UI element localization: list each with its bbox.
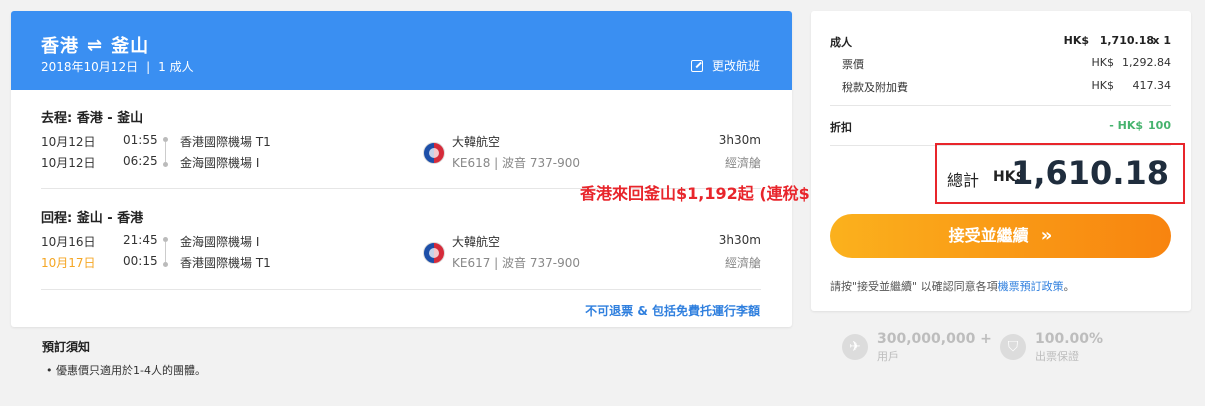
airline-name: 大韓航空 <box>452 135 501 149</box>
booking-policy-link[interactable]: 機票預訂政策 <box>998 280 1064 293</box>
shield-icon: ⛉ <box>1000 334 1026 360</box>
notice-item: • 優惠價只適用於1-4人的團體。 <box>46 364 206 377</box>
adult-label: 成人 <box>830 36 852 49</box>
outbound-title: 去程: 香港 - 釜山 <box>41 111 144 126</box>
cabin-class: 經濟艙 <box>724 256 761 270</box>
fare-currency: HK$ <box>1091 56 1114 69</box>
change-flight-label: 更改航班 <box>711 59 760 73</box>
double-chevron-right-icon: » <box>1040 225 1053 246</box>
trip-subinfo: 2018年10月12日 | 1 成人 <box>41 58 194 75</box>
discount-amount: 100 <box>1148 119 1171 132</box>
inbound-departure-row: 10月16日 21:45 金海國際機場 I 大韓航空 3h30m <box>41 233 761 249</box>
destination-city: 釜山 <box>111 36 150 57</box>
total-label: 總計 <box>947 171 980 190</box>
ticket-guarantee-stat: ⛉ 100.00% 出票保證 <box>1000 331 1103 364</box>
booking-notice: 預訂須知 • 優惠價只適用於1-4人的團體。 <box>42 338 206 378</box>
tax-row: 稅款及附加費 HK$ 417.34 <box>830 79 1172 94</box>
tax-amount: 417.34 <box>1132 79 1172 92</box>
flight-summary-card: 香港 ⇌ 釜山 2018年10月12日 | 1 成人 更改航班 去程: 香港 - 釜… <box>11 11 792 327</box>
route-title: 香港 ⇌ 釜山 <box>41 32 149 58</box>
departure-airport: 金海國際機場 I <box>180 235 260 249</box>
adult-quantity: x 1 <box>1152 34 1171 47</box>
adult-amount: 1,710.18 <box>1099 34 1154 47</box>
total-price-box: 總計 HK$ 1,610.18 <box>935 143 1185 204</box>
outbound-leg: 去程: 香港 - 釜山 <box>41 107 761 126</box>
trip-header: 香港 ⇌ 釜山 2018年10月12日 | 1 成人 更改航班 <box>11 11 792 90</box>
departure-date: 10月16日 <box>41 235 96 249</box>
policy-suffix: 。 <box>1063 280 1075 293</box>
users-stat-value: 300,000,000 + <box>877 331 992 347</box>
notice-item-text: 優惠價只適用於1-4人的團體。 <box>56 364 206 377</box>
departure-time: 21:45 <box>123 233 158 247</box>
discount-currency: - HK$ <box>1109 119 1143 132</box>
inbound-title: 回程: 釜山 - 香港 <box>41 211 144 226</box>
price-summary-card: 成人 HK$ 1,710.18 x 1 票價 HK$ 1,292.84 稅款及附… <box>811 11 1191 311</box>
airplane-icon: ✈ <box>842 334 868 360</box>
change-flight-link[interactable]: 更改航班 <box>690 57 760 74</box>
adult-price-row: 成人 HK$ 1,710.18 x 1 <box>830 34 1171 49</box>
departure-time: 01:55 <box>123 133 158 147</box>
inbound-arrival-row: 10月17日 00:15 香港國際機場 T1 KE617 | 波音 737-90… <box>41 254 761 270</box>
arrival-date: 10月12日 <box>41 156 96 170</box>
arrival-date: 10月17日 <box>41 256 96 270</box>
round-trip-icon: ⇌ <box>87 34 104 56</box>
outbound-arrival-row: 10月12日 06:25 金海國際機場 I KE618 | 波音 737-900… <box>41 154 761 170</box>
fare-label: 票價 <box>842 58 864 71</box>
total-amount: 1,610.18 <box>1011 154 1169 192</box>
airline-name: 大韓航空 <box>452 235 501 249</box>
arrival-airport: 香港國際機場 T1 <box>180 256 271 270</box>
users-stat-label: 用戶 <box>877 350 899 363</box>
users-stat: ✈ 300,000,000 + 用戶 <box>842 331 992 364</box>
subinfo-separator: | <box>146 60 151 74</box>
flight-info: KE618 | 波音 737-900 <box>452 156 580 170</box>
inbound-leg: 回程: 釜山 - 香港 <box>41 207 761 226</box>
arrival-time: 06:25 <box>123 154 158 168</box>
fare-amount: 1,292.84 <box>1122 56 1171 69</box>
adult-currency: HK$ <box>1063 34 1089 47</box>
refund-baggage-link[interactable]: 不可退票 & 包括免費托運行李額 <box>585 302 760 319</box>
leg-divider <box>41 289 761 290</box>
notice-title: 預訂須知 <box>42 340 91 354</box>
policy-note: 請按"接受並繼續" 以確認同意各項機票預訂政策。 <box>830 278 1075 294</box>
flight-info: KE617 | 波音 737-900 <box>452 256 580 270</box>
origin-city: 香港 <box>41 36 79 57</box>
arrival-airport: 金海國際機場 I <box>180 156 260 170</box>
cabin-class: 經濟艙 <box>724 156 761 170</box>
trip-date: 2018年10月12日 <box>41 60 139 74</box>
accept-continue-label: 接受並繼續 <box>948 226 1029 245</box>
guarantee-stat-label: 出票保證 <box>1035 350 1079 363</box>
accept-continue-button[interactable]: 接受並繼續 » <box>830 214 1171 258</box>
tax-label: 稅款及附加費 <box>842 81 908 94</box>
departure-date: 10月12日 <box>41 135 96 149</box>
price-divider <box>830 105 1171 106</box>
flight-duration: 3h30m <box>718 133 761 147</box>
fare-row: 票價 HK$ 1,292.84 <box>830 56 1171 71</box>
flight-duration: 3h30m <box>718 233 761 247</box>
policy-prefix: 請按"接受並繼續" 以確認同意各項 <box>830 280 998 293</box>
tax-currency: HK$ <box>1091 79 1114 92</box>
arrival-time: 00:15 <box>123 254 158 268</box>
discount-row: 折扣 - HK$ 100 <box>830 119 1171 134</box>
passenger-count: 1 成人 <box>158 60 194 74</box>
guarantee-stat-value: 100.00% <box>1035 331 1104 347</box>
discount-label: 折扣 <box>830 121 852 134</box>
edit-icon <box>690 59 703 72</box>
outbound-departure-row: 10月12日 01:55 香港國際機場 T1 大韓航空 3h30m <box>41 133 761 149</box>
departure-airport: 香港國際機場 T1 <box>180 135 271 149</box>
